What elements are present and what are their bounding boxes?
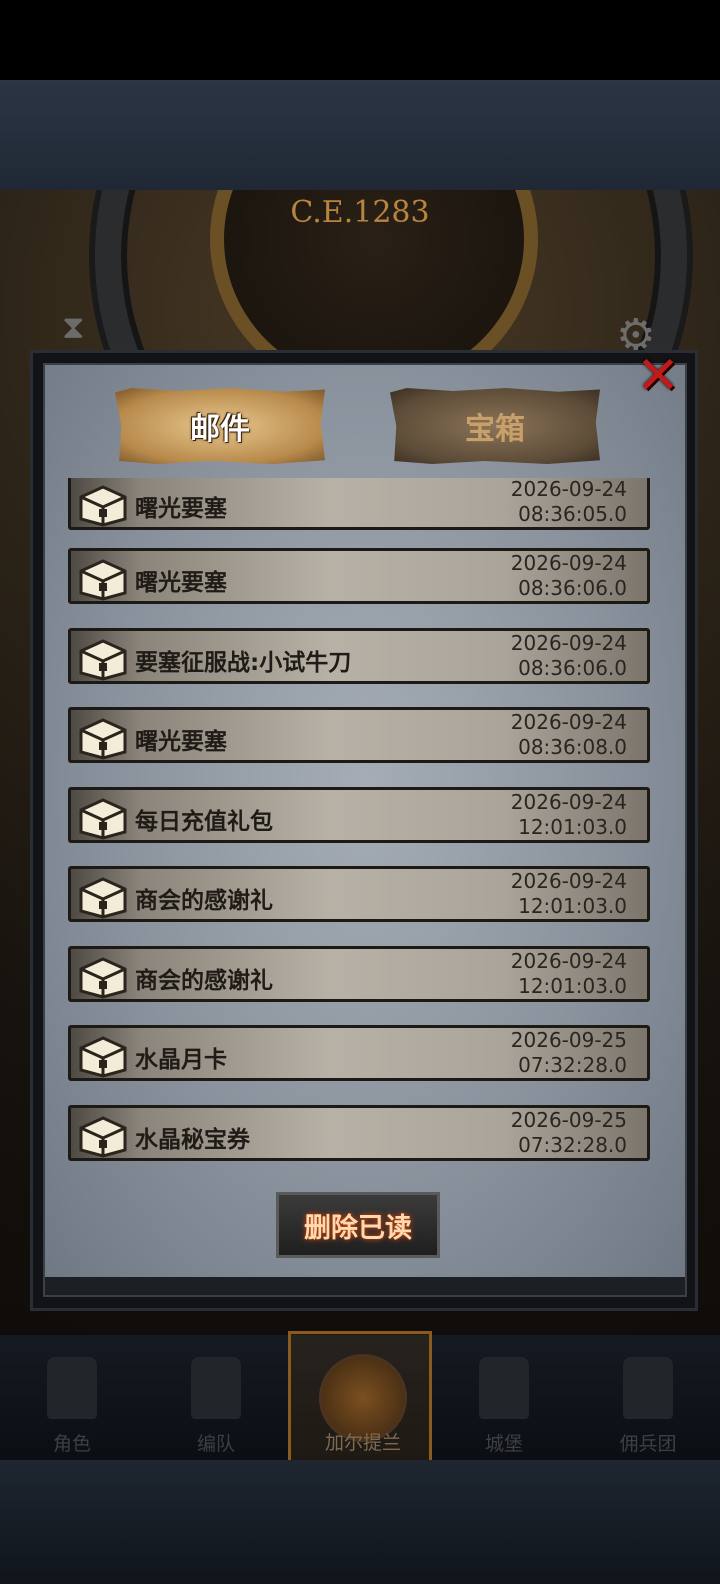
chest-icon	[79, 639, 127, 681]
mail-date: 2026-09-25	[510, 1028, 627, 1052]
mail-date: 2026-09-24	[510, 631, 627, 655]
mail-date: 2026-09-25	[510, 1108, 627, 1132]
mail-date: 2026-09-24	[510, 790, 627, 814]
nav-item-character[interactable]: 角色	[0, 1335, 144, 1460]
mail-date: 2026-09-24	[510, 478, 627, 501]
nav-item-mercenary[interactable]: 佣兵团	[576, 1335, 720, 1460]
mail-time: 08:36:06.0	[518, 656, 627, 680]
mail-item[interactable]: 水晶秘宝券 2026-09-25 07:32:28.0	[68, 1105, 650, 1161]
mail-item[interactable]: 要塞征服战:小试牛刀 2026-09-24 08:36:06.0	[68, 628, 650, 684]
mail-time: 07:32:28.0	[518, 1053, 627, 1077]
tab-chest[interactable]: 宝箱	[390, 388, 600, 464]
warrior-icon	[191, 1357, 241, 1419]
chest-icon	[79, 957, 127, 999]
nav-item-galtiran[interactable]: 加尔提兰	[288, 1331, 432, 1463]
mail-item[interactable]: 水晶月卡 2026-09-25 07:32:28.0	[68, 1025, 650, 1081]
mail-title: 商会的感谢礼	[135, 968, 273, 994]
mail-list[interactable]: 曙光要塞 2026-09-24 08:36:05.0 曙光要塞 2026-09-…	[68, 478, 652, 1168]
tab-mail[interactable]: 邮件	[115, 388, 325, 464]
mail-title: 曙光要塞	[135, 570, 227, 596]
mail-title: 水晶月卡	[135, 1047, 227, 1073]
chest-icon	[79, 798, 127, 840]
chest-icon	[79, 1036, 127, 1078]
bottom-nav: 角色 编队 加尔提兰 城堡 佣兵团	[0, 1331, 720, 1463]
mail-time: 08:36:05.0	[518, 502, 627, 526]
mail-title: 曙光要塞	[135, 729, 227, 755]
era-label: C.E.1283	[290, 195, 430, 230]
mail-title: 要塞征服战:小试牛刀	[135, 650, 352, 676]
mail-time: 08:36:08.0	[518, 735, 627, 759]
mail-item[interactable]: 曙光要塞 2026-09-24 08:36:08.0	[68, 707, 650, 763]
nav-label: 佣兵团	[619, 1433, 677, 1455]
mail-date: 2026-09-24	[510, 710, 627, 734]
mail-title: 曙光要塞	[135, 496, 227, 522]
delete-read-button[interactable]: 删除已读	[276, 1192, 440, 1258]
close-button[interactable]: ✕	[632, 350, 684, 402]
chest-icon	[79, 559, 127, 601]
ship-icon	[623, 1357, 673, 1419]
chest-icon	[79, 877, 127, 919]
mail-item[interactable]: 曙光要塞 2026-09-24 08:36:05.0	[68, 478, 650, 530]
nav-label: 加尔提兰	[324, 1432, 401, 1454]
mail-title: 水晶秘宝券	[135, 1127, 250, 1153]
mail-time: 08:36:06.0	[518, 576, 627, 600]
close-icon: ✕	[636, 346, 680, 406]
mail-title: 每日充值礼包	[135, 809, 273, 835]
knight-icon	[47, 1357, 97, 1419]
mail-time: 12:01:03.0	[518, 974, 627, 998]
mail-item[interactable]: 商会的感谢礼 2026-09-24 12:01:03.0	[68, 946, 650, 1002]
nav-label: 城堡	[484, 1433, 523, 1455]
mail-date: 2026-09-24	[510, 869, 627, 893]
chest-icon	[79, 718, 127, 760]
status-bar	[0, 0, 720, 80]
mail-time: 07:32:28.0	[518, 1133, 627, 1157]
bottom-background	[0, 1460, 720, 1584]
mail-time: 12:01:03.0	[518, 894, 627, 918]
nav-item-team[interactable]: 编队	[144, 1335, 288, 1460]
mail-time: 12:01:03.0	[518, 815, 627, 839]
mail-date: 2026-09-24	[510, 949, 627, 973]
mail-title: 商会的感谢礼	[135, 888, 273, 914]
mail-item[interactable]: 每日充值礼包 2026-09-24 12:01:03.0	[68, 787, 650, 843]
mail-item[interactable]: 商会的感谢礼 2026-09-24 12:01:03.0	[68, 866, 650, 922]
nav-label: 编队	[196, 1433, 235, 1455]
nav-item-castle[interactable]: 城堡	[432, 1335, 576, 1460]
header-background	[0, 80, 720, 190]
mail-date: 2026-09-24	[510, 551, 627, 575]
castle-icon	[479, 1357, 529, 1419]
chest-icon	[79, 1116, 127, 1158]
mail-item[interactable]: 曙光要塞 2026-09-24 08:36:06.0	[68, 548, 650, 604]
nav-label: 角色	[52, 1433, 91, 1455]
chest-icon	[79, 485, 127, 527]
hourglass-icon: ⧗	[62, 308, 85, 346]
